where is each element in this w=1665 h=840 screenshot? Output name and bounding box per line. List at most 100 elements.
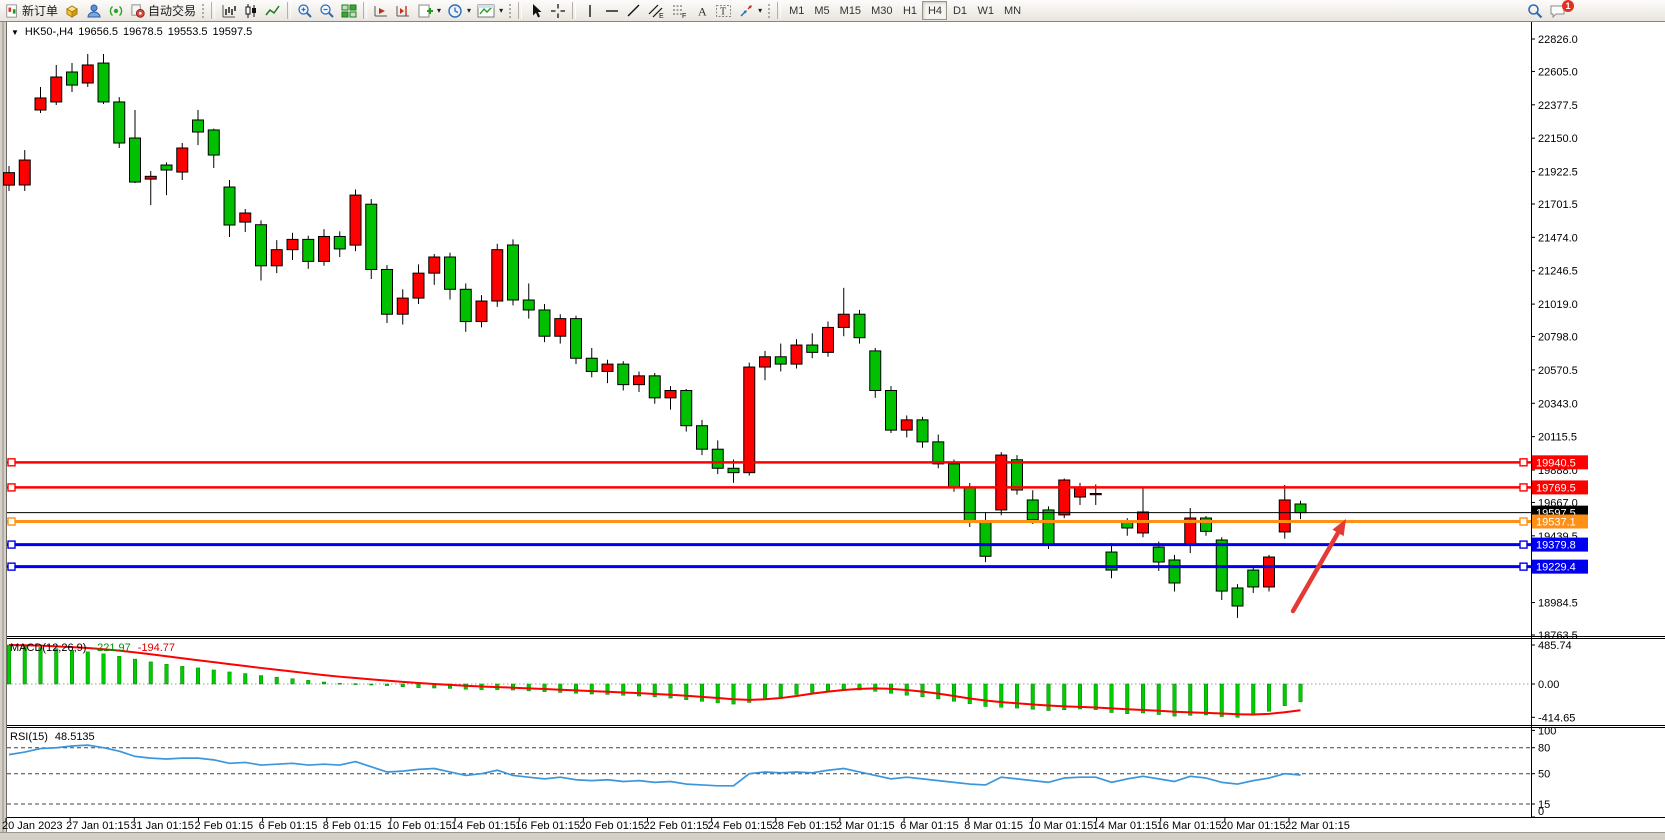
svg-text:E: E <box>659 13 664 19</box>
candle-body <box>980 521 991 556</box>
time-tick-label[interactable]: 22 Feb 01:15 <box>644 820 709 832</box>
timeframe-m1[interactable]: M1 <box>784 1 809 20</box>
level-handle-left[interactable] <box>8 518 15 525</box>
candle-body <box>319 236 330 261</box>
time-tick-label[interactable]: 10 Feb 01:15 <box>387 820 452 832</box>
level-handle-left[interactable] <box>8 541 15 548</box>
candle-body <box>634 376 645 385</box>
time-tick-label[interactable]: 6 Mar 01:15 <box>900 820 959 832</box>
level-handle-left[interactable] <box>8 459 15 466</box>
price-tick-label: 21474.0 <box>1538 232 1578 244</box>
horizontal-line-button[interactable] <box>601 1 623 20</box>
candle-body <box>539 310 550 336</box>
arrows-button[interactable]: ▾ <box>735 1 765 20</box>
fibonacci-button[interactable]: F <box>668 1 691 20</box>
candle-body <box>618 364 629 385</box>
time-tick-label[interactable]: 14 Feb 01:15 <box>451 820 516 832</box>
time-tick-label[interactable]: 20 Jan 2023 <box>2 820 63 832</box>
level-handle-right[interactable] <box>1520 484 1527 491</box>
chart-shift-icon <box>395 3 411 19</box>
rsi-axis-label: 80 <box>1538 743 1550 755</box>
level-handle-left[interactable] <box>8 563 15 570</box>
macd-bar <box>968 684 972 704</box>
dropdown-caret-icon: ▾ <box>437 6 441 15</box>
timeframe-m15[interactable]: M15 <box>835 1 866 20</box>
time-tick-label[interactable]: 14 Mar 01:15 <box>1093 820 1158 832</box>
time-tick-label[interactable]: 28 Feb 01:15 <box>772 820 837 832</box>
text-label-button[interactable]: T <box>712 1 735 20</box>
time-tick-label[interactable]: 6 Feb 01:15 <box>259 820 318 832</box>
equidistant-channel-button[interactable]: E <box>645 1 668 20</box>
time-tick-label[interactable]: 2 Mar 01:15 <box>836 820 895 832</box>
zoom-out-button[interactable] <box>316 1 338 20</box>
time-tick-label[interactable]: 2 Feb 01:15 <box>194 820 253 832</box>
time-tick-label[interactable]: 8 Feb 01:15 <box>323 820 382 832</box>
new-order-button[interactable]: 新订单 <box>2 1 61 20</box>
macd-bar <box>1283 684 1287 706</box>
signals-button[interactable] <box>105 1 127 20</box>
timeframe-m30[interactable]: M30 <box>866 1 897 20</box>
level-handle-right[interactable] <box>1520 459 1527 466</box>
chart-shift-button[interactable] <box>392 1 414 20</box>
chart-dropdown-icon[interactable]: ▼ <box>11 28 19 37</box>
timeframe-h4[interactable]: H4 <box>922 1 947 20</box>
chart-window-bg[interactable] <box>0 22 1665 833</box>
zoom-in-button[interactable] <box>294 1 316 20</box>
time-tick-label[interactable]: 24 Feb 01:15 <box>708 820 773 832</box>
cursor-button[interactable] <box>525 1 547 20</box>
period-button[interactable]: ▾ <box>444 1 474 20</box>
level-handle-right[interactable] <box>1520 518 1527 525</box>
time-tick-label[interactable]: 10 Mar 01:15 <box>1028 820 1093 832</box>
broadcast-icon <box>108 3 124 19</box>
macd-bar <box>181 666 185 684</box>
arrows-icon <box>738 3 754 19</box>
time-tick-label[interactable]: 20 Feb 01:15 <box>579 820 644 832</box>
search-icon <box>1527 3 1543 19</box>
price-tick-label: 22150.0 <box>1538 133 1578 145</box>
new-chart-button[interactable]: ▾ <box>414 1 444 20</box>
candle-34 <box>539 304 550 342</box>
time-tick-label[interactable]: 16 Mar 01:15 <box>1157 820 1222 832</box>
timeframe-d1[interactable]: D1 <box>947 1 972 20</box>
search-button[interactable] <box>1524 1 1546 20</box>
chat-button[interactable]: 1 <box>1546 1 1569 20</box>
text-button[interactable]: A <box>691 1 712 20</box>
time-tick-label[interactable]: 16 Feb 01:15 <box>515 820 580 832</box>
candle-32 <box>508 239 519 305</box>
time-tick-label[interactable]: 8 Mar 01:15 <box>964 820 1023 832</box>
chart-canvas[interactable]: 22826.022605.022377.522150.021922.521701… <box>0 0 1665 840</box>
timeframe-m5[interactable]: M5 <box>809 1 834 20</box>
candle-body <box>775 357 786 364</box>
level-handle-right[interactable] <box>1520 563 1527 570</box>
candle-body <box>949 464 960 487</box>
auto-trading-button[interactable]: 自动交易 <box>127 1 199 20</box>
level-handle-right[interactable] <box>1520 541 1527 548</box>
time-tick-label[interactable]: 27 Jan 01:15 <box>66 820 130 832</box>
candle-36 <box>571 316 582 364</box>
candle-body <box>744 367 755 473</box>
bar-chart-button[interactable] <box>218 1 240 20</box>
candle-body <box>429 257 440 273</box>
vertical-line-button[interactable] <box>579 1 601 20</box>
time-tick-label[interactable]: 20 Mar 01:15 <box>1221 820 1286 832</box>
candlestick-chart-button[interactable] <box>240 1 262 20</box>
time-tick-label[interactable]: 22 Mar 01:15 <box>1285 820 1350 832</box>
timeframe-h1[interactable]: H1 <box>897 1 922 20</box>
level-handle-left[interactable] <box>8 484 15 491</box>
line-chart-button[interactable] <box>262 1 284 20</box>
macd-bar <box>669 684 673 698</box>
trendline-button[interactable] <box>623 1 645 20</box>
crosshair-button[interactable] <box>547 1 569 20</box>
macd-bar <box>1267 684 1271 711</box>
timeframe-mn[interactable]: MN <box>999 1 1026 20</box>
candle-body <box>508 245 519 300</box>
auto-scroll-button[interactable] <box>370 1 392 20</box>
time-tick-label[interactable]: 31 Jan 01:15 <box>130 820 194 832</box>
profiles-button[interactable] <box>61 1 83 20</box>
tile-windows-button[interactable] <box>338 1 360 20</box>
templates-button[interactable]: ▾ <box>474 1 506 20</box>
accounts-button[interactable] <box>83 1 105 20</box>
auto-trading-label: 自动交易 <box>148 2 196 19</box>
macd-bar <box>952 684 956 701</box>
timeframe-w1[interactable]: W1 <box>972 1 999 20</box>
